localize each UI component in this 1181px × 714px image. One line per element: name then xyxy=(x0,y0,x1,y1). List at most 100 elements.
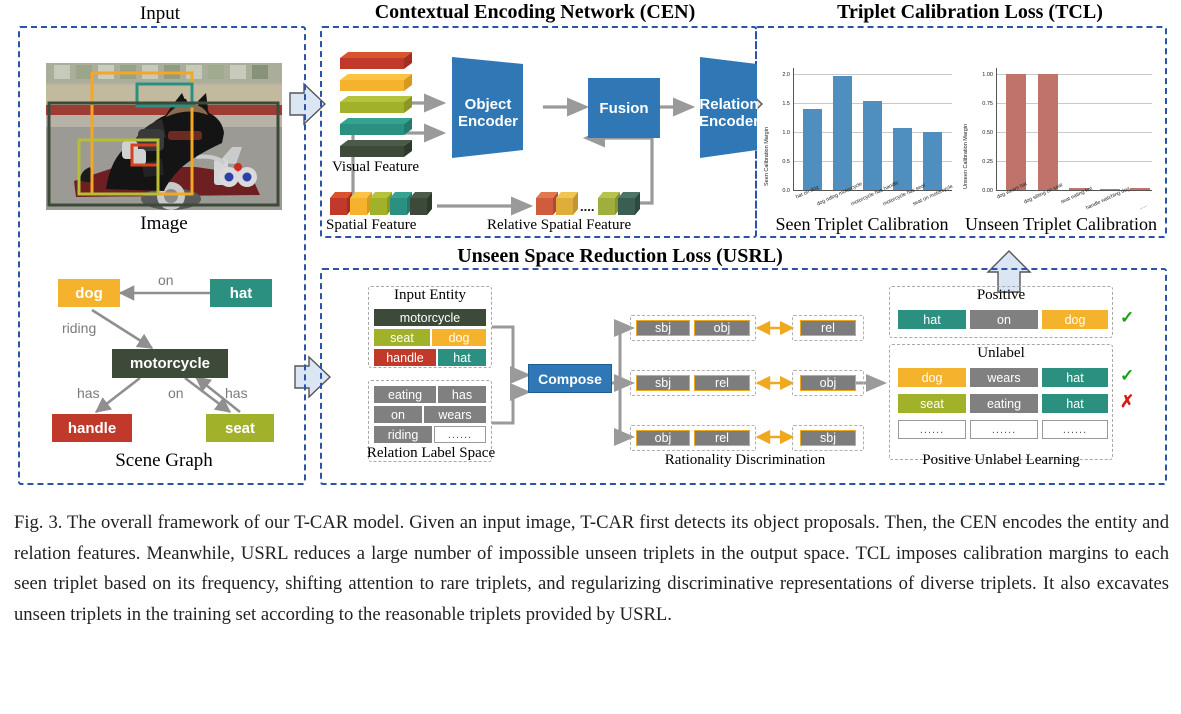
triplet-slot-label: sbj xyxy=(655,376,671,390)
unlabel-rel-label: wears xyxy=(987,370,1021,385)
entity-motorcycle: motorcycle xyxy=(374,309,486,326)
unseen-bar xyxy=(1130,188,1150,190)
unseen-bar xyxy=(1006,74,1026,190)
seen-calibration-chart: 2.0 1.5 1.0 0.5 0.0 Seen Calibration Mar… xyxy=(764,56,956,211)
unlabel-ellipsis-obj: ...... xyxy=(1042,420,1108,439)
seen-gridline xyxy=(794,74,952,75)
panel-title-cen: Contextual Encoding Network (CEN) xyxy=(374,1,696,23)
unlabel-obj-label: hat xyxy=(1066,370,1084,385)
triplet-slot-sbj: sbj xyxy=(800,430,856,446)
unseen-ytick-4: 1.00 xyxy=(982,72,993,78)
seen-ytick-1: 0.5 xyxy=(782,159,790,165)
unseen-ytick-2: 0.50 xyxy=(982,130,993,136)
seen-bar xyxy=(923,132,942,190)
entity-seat-label: seat xyxy=(390,330,414,345)
seen-ytick-3: 1.5 xyxy=(782,101,790,107)
unlabel-obj: hat xyxy=(1042,394,1108,413)
seen-y-axis xyxy=(793,68,795,191)
unlabel-rel: eating xyxy=(970,394,1038,413)
triplet-slot-rel: rel xyxy=(694,375,750,391)
unlabel-cross-icon: ✗ xyxy=(1120,392,1134,412)
unlabel-sbj-label: seat xyxy=(920,396,944,411)
unlabel-ellipsis-label: ...... xyxy=(1062,423,1088,436)
triplet-slot-label: rel xyxy=(821,321,835,335)
unlabel-mark: ✗ xyxy=(1120,392,1135,411)
triplet-slot-label: rel xyxy=(715,431,729,445)
triplet-slot-label: sbj xyxy=(655,321,671,335)
unseen-ytick-0: 0.00 xyxy=(982,188,993,194)
scene-node-motorcycle: motorcycle xyxy=(112,349,228,378)
scene-node-dog-label: dog xyxy=(75,284,103,302)
entity-hat: hat xyxy=(438,349,486,366)
relation-label-space-title: Relation Label Space xyxy=(366,445,496,461)
relation-eating-label: eating xyxy=(387,387,423,402)
relation-wears: wears xyxy=(424,406,486,423)
positive-mark: ✓ xyxy=(1120,308,1135,327)
input-image xyxy=(46,63,282,210)
unlabel-sbj: dog xyxy=(898,368,966,387)
relation-on: on xyxy=(374,406,422,423)
scene-node-handle: handle xyxy=(52,414,132,442)
triplet-slot-label: obj xyxy=(713,321,731,335)
unseen-ytick-3: 0.75 xyxy=(982,101,993,107)
triplet-slot-rel: rel xyxy=(800,320,856,336)
unlabel-check-icon: ✓ xyxy=(1120,366,1134,386)
entity-motorcycle-label: motorcycle xyxy=(399,310,461,325)
seen-bar xyxy=(833,76,852,190)
triplet-slot-obj: obj xyxy=(694,320,750,336)
triplet-slot-sbj: sbj xyxy=(636,375,690,391)
relation-ellipsis: ...... xyxy=(434,426,486,443)
unlabel-obj-label: hat xyxy=(1066,396,1084,411)
scene-node-motorcycle-label: motorcycle xyxy=(129,355,211,372)
triplet-slot-rel: rel xyxy=(694,430,750,446)
seen-bar xyxy=(803,109,822,190)
entity-handle: handle xyxy=(374,349,436,366)
scene-node-dog: dog xyxy=(58,279,120,307)
unseen-chart-caption: Unseen Triplet Calibration xyxy=(965,214,1157,234)
scene-node-handle-label: handle xyxy=(67,419,117,437)
scene-edge-label-on-seat-motorcycle: on xyxy=(168,385,184,401)
seen-ytick-4: 2.0 xyxy=(782,72,790,78)
object-encoder-line2: Encoder xyxy=(457,113,518,130)
scene-edge-label-has-handle: has xyxy=(77,385,100,401)
unlabel-sbj: seat xyxy=(898,394,966,413)
compose-label: Compose xyxy=(538,370,602,387)
entity-seat: seat xyxy=(374,329,430,346)
seen-ytick-0: 0.0 xyxy=(782,188,790,194)
spatial-feature-label: Spatial Feature xyxy=(326,217,417,233)
triplet-slot-label: rel xyxy=(715,376,729,390)
positive-obj: dog xyxy=(1042,310,1108,329)
panel-title-usrl: Unseen Space Reduction Loss (USRL) xyxy=(457,245,783,267)
entity-dog: dog xyxy=(432,329,486,346)
triplet-slot-sbj: sbj xyxy=(636,320,690,336)
figure-caption: Fig. 3. The overall framework of our T-C… xyxy=(14,512,1169,625)
positive-unlabel-learning-title: Positive Unlabel Learning xyxy=(922,452,1080,468)
compose-block[interactable]: Compose xyxy=(528,364,612,393)
relation-wears-label: wears xyxy=(438,407,472,422)
unlabel-ellipsis-sbj: ...... xyxy=(898,420,966,439)
seen-chart-caption: Seen Triplet Calibration xyxy=(775,214,949,234)
unseen-bar xyxy=(1038,74,1058,190)
scene-node-hat: hat xyxy=(210,279,272,307)
scene-node-hat-label: hat xyxy=(229,284,253,302)
fusion-label: Fusion xyxy=(599,99,649,117)
positive-rel-label: on xyxy=(997,312,1011,327)
relation-ellipsis-label: ...... xyxy=(447,428,473,441)
entity-handle-label: handle xyxy=(386,350,424,365)
positive-sbj: hat xyxy=(898,310,966,329)
scene-edge-label-has-seat: has xyxy=(225,385,248,401)
triplet-slot-obj: obj xyxy=(800,375,856,391)
unlabel-obj: hat xyxy=(1042,368,1108,387)
positive-check-icon: ✓ xyxy=(1120,308,1134,328)
image-label: Image xyxy=(140,213,188,234)
fusion-block: Fusion xyxy=(588,78,660,138)
unlabel-rel: wears xyxy=(970,368,1038,387)
seen-bar xyxy=(863,101,882,190)
entity-dog-label: dog xyxy=(448,330,470,345)
panel-title-tcl: Triplet Calibration Loss (TCL) xyxy=(837,1,1103,23)
input-entity-title: Input Entity xyxy=(393,287,467,303)
panel-frame-cen xyxy=(320,26,757,238)
seen-y-axis-label: Seen Calibration Margin xyxy=(764,126,770,186)
relation-encoder-label: Relation Encoder xyxy=(697,96,761,130)
triplet-slot-label: sbj xyxy=(820,431,836,445)
